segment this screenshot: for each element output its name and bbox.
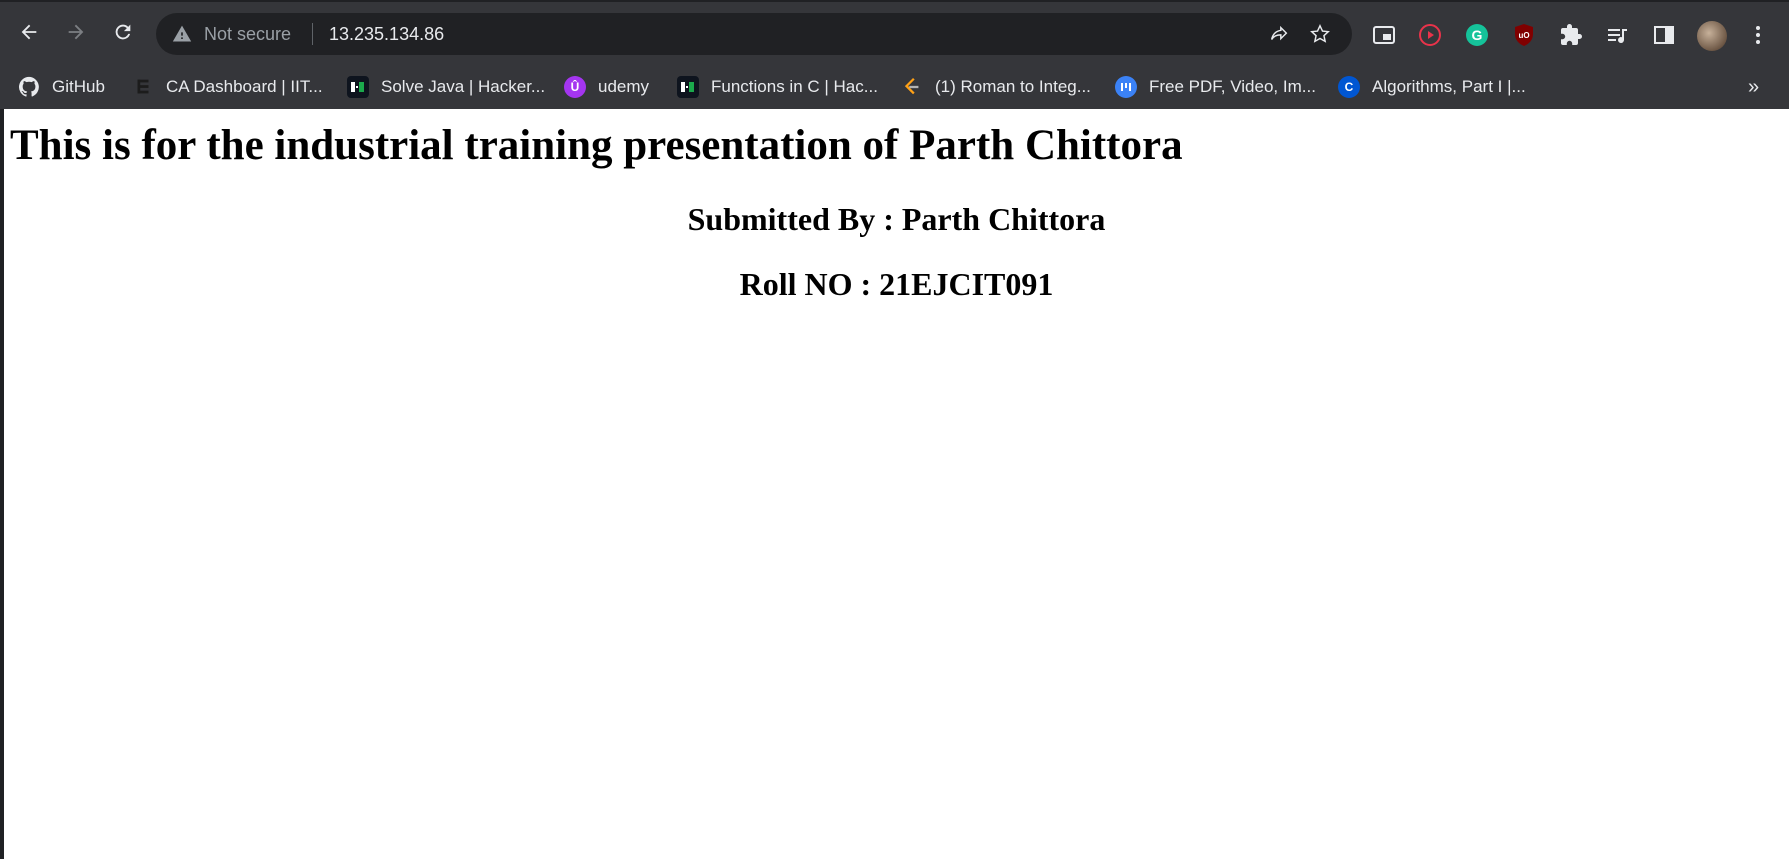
bookmark-label: Functions in C | Hac... xyxy=(711,77,878,96)
hackerrank-icon xyxy=(677,76,699,98)
profile-avatar[interactable] xyxy=(1697,21,1727,51)
svg-text:G: G xyxy=(1472,27,1483,43)
ca-dashboard-icon xyxy=(132,76,154,98)
coursera-icon: C xyxy=(1338,76,1360,98)
back-button[interactable] xyxy=(15,18,43,46)
picture-in-picture-icon[interactable] xyxy=(1372,23,1396,47)
ublock-origin-icon[interactable]: uO xyxy=(1512,23,1536,47)
bookmark-label: Algorithms, Part I |... xyxy=(1372,77,1526,96)
roll-number-heading: Roll NO : 21EJCIT091 xyxy=(739,266,1054,302)
side-panel-icon[interactable] xyxy=(1652,23,1676,47)
bookmark-label: Free PDF, Video, Im... xyxy=(1149,77,1316,96)
omnibox-divider xyxy=(312,23,313,45)
bookmark-ca-dashboard[interactable]: CA Dashboard | IIT... xyxy=(132,74,323,100)
bookmark-algorithms[interactable]: C Algorithms, Part I |... xyxy=(1338,74,1526,100)
pdf-tool-icon xyxy=(1115,76,1137,98)
video-extension-icon[interactable] xyxy=(1418,23,1442,47)
reload-button[interactable] xyxy=(109,18,137,46)
bookmark-label: udemy xyxy=(598,77,650,96)
hackerrank-icon xyxy=(347,76,369,98)
bookmark-github[interactable]: GitHub xyxy=(18,74,105,100)
svg-text:uO: uO xyxy=(1518,31,1529,40)
menu-kebab-icon[interactable] xyxy=(1746,23,1770,47)
forward-button[interactable] xyxy=(62,18,90,46)
security-label[interactable]: Not secure xyxy=(204,24,291,44)
bookmark-functions-in-c[interactable]: Functions in C | Hac... xyxy=(677,74,878,100)
bookmarks-overflow-button[interactable]: » xyxy=(1748,74,1759,100)
submitted-by-heading: Submitted By : Parth Chittora xyxy=(687,201,1106,237)
reload-icon xyxy=(115,24,131,40)
bookmark-star-icon[interactable] xyxy=(1309,23,1331,45)
bookmark-free-pdf[interactable]: Free PDF, Video, Im... xyxy=(1115,74,1316,100)
bookmark-solve-java[interactable]: Solve Java | Hacker... xyxy=(347,74,545,100)
bookmarks-bar: GitHub CA Dashboard | IIT... Solve Java … xyxy=(0,66,1789,109)
browser-toolbar: Not secure 13.235.134.86 G uO xyxy=(0,0,1789,66)
extensions-puzzle-icon[interactable] xyxy=(1559,23,1583,47)
warning-icon xyxy=(172,25,192,42)
grammarly-icon[interactable]: G xyxy=(1465,23,1489,47)
back-arrow-icon xyxy=(21,24,37,40)
bookmark-label: GitHub xyxy=(52,77,105,96)
bookmark-label: CA Dashboard | IIT... xyxy=(166,77,323,96)
media-queue-icon[interactable] xyxy=(1605,23,1629,47)
github-icon xyxy=(18,76,40,98)
udemy-icon: Û xyxy=(564,76,586,98)
web-page: This is for the industrial training pres… xyxy=(4,109,1789,859)
bookmark-label: (1) Roman to Integ... xyxy=(935,77,1091,96)
page-heading: This is for the industrial training pres… xyxy=(10,122,1183,169)
bookmark-label: Solve Java | Hacker... xyxy=(381,77,546,96)
url-text[interactable]: 13.235.134.86 xyxy=(329,24,444,44)
bookmark-udemy[interactable]: Û udemy xyxy=(564,74,649,100)
address-bar[interactable]: Not secure 13.235.134.86 xyxy=(156,13,1352,55)
forward-arrow-icon xyxy=(68,24,84,40)
share-icon[interactable] xyxy=(1268,23,1290,45)
leetcode-icon xyxy=(901,76,923,98)
bookmark-roman-to-integer[interactable]: (1) Roman to Integ... xyxy=(901,74,1091,100)
